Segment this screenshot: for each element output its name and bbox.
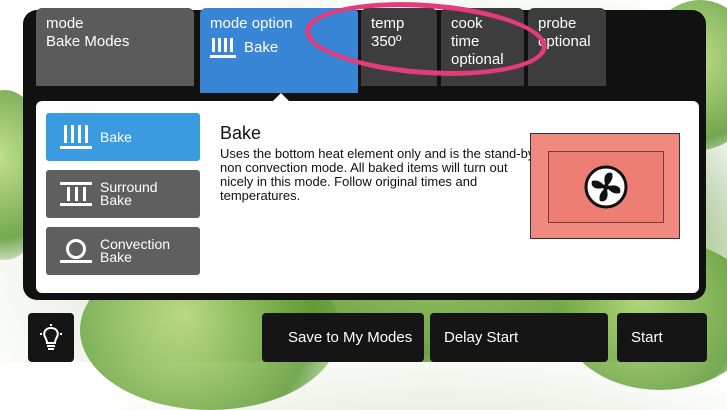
fan-icon (584, 165, 628, 209)
tab-mode-label: mode (46, 15, 84, 32)
option-convection-bake-label: Convection Bake (100, 236, 171, 265)
option-bake-label: Bake (100, 128, 132, 145)
tab-mode-option-value: Bake (244, 38, 279, 56)
delay-start-button[interactable]: Delay Start (430, 313, 608, 362)
surround-bake-icon (60, 182, 92, 208)
description-text: Uses the bottom heat element only and is… (220, 146, 537, 203)
light-bulb-icon (40, 323, 62, 350)
delay-start-label: Delay Start (444, 329, 519, 346)
tab-mode[interactable]: mode Bake Modes (36, 8, 194, 86)
light-button[interactable] (28, 313, 74, 362)
option-convection-bake[interactable]: Convection Bake (46, 227, 200, 275)
tab-probe-label: probe (538, 15, 577, 32)
bake-icon (210, 38, 236, 58)
mode-option-panel: Bake Surround Bake Convection Bake Bake … (36, 101, 699, 293)
save-to-my-modes-button[interactable]: Save to My Modes (262, 313, 424, 362)
option-surround-bake-label: Surround Bake (100, 179, 158, 208)
tab-probe-value: optional (538, 33, 591, 50)
start-button[interactable]: Start (617, 313, 707, 362)
bottom-bar: Save to My Modes Delay Start Start (0, 306, 727, 362)
tab-mode-value: Bake Modes (46, 33, 130, 50)
convection-bake-icon (60, 239, 92, 265)
option-surround-bake[interactable]: Surround Bake (46, 170, 200, 218)
description-title: Bake (220, 123, 262, 143)
option-bake[interactable]: Bake (46, 113, 200, 161)
save-to-my-modes-label: Save to My Modes (288, 329, 413, 346)
oven-preview (530, 133, 680, 239)
start-label: Start (631, 329, 663, 346)
bake-icon (60, 125, 92, 151)
